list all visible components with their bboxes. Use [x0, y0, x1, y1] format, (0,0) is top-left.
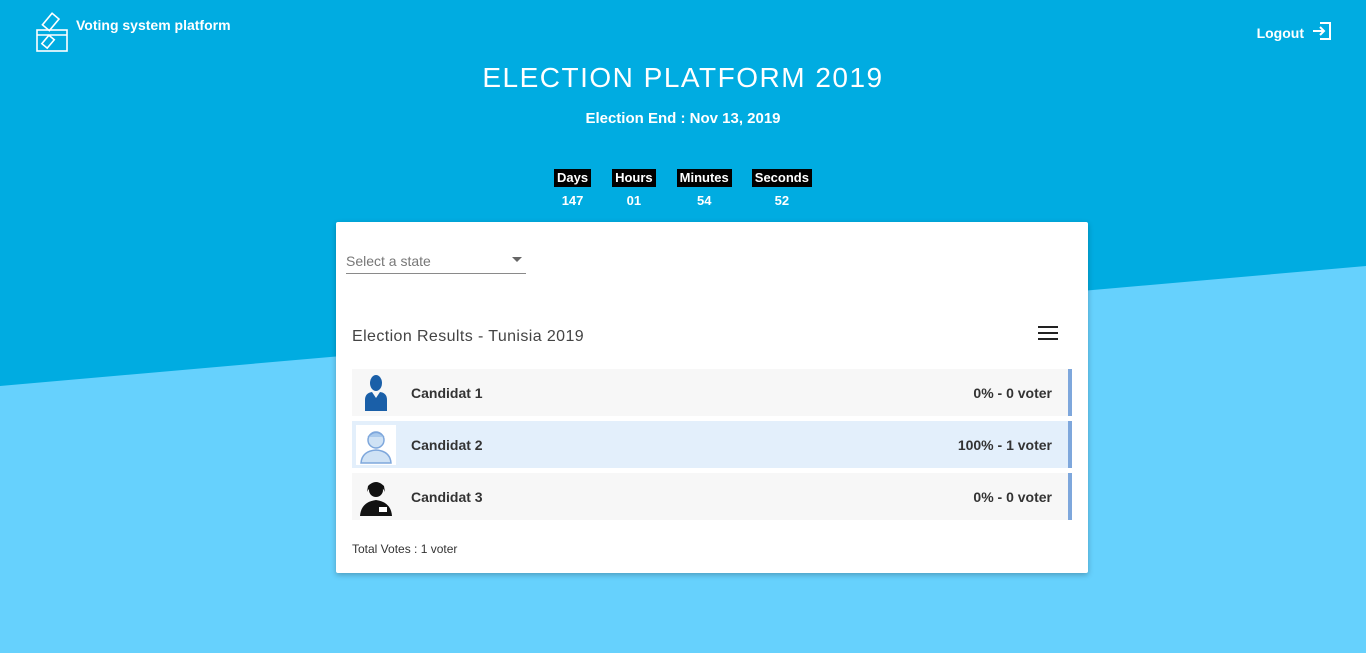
countdown-timer: Days 147 Hours 01 Minutes 54 Seconds 52 [0, 169, 1366, 208]
candidate-row[interactable]: Candidat 1 0% - 0 voter [352, 369, 1072, 416]
person-blue-icon [356, 373, 396, 413]
page-title: ELECTION PLATFORM 2019 [482, 62, 884, 93]
countdown-days-label: Days [554, 169, 592, 187]
countdown-seconds: Seconds 52 [751, 169, 812, 208]
ballot-box-icon [36, 12, 68, 52]
results-card: Select a state Election Results - Tunisi… [336, 222, 1088, 573]
candidate-row[interactable]: Candidat 3 0% - 0 voter [352, 473, 1072, 520]
person-outline-icon [356, 424, 396, 465]
countdown-minutes-value: 54 [696, 193, 712, 208]
state-select-placeholder: Select a state [346, 253, 431, 269]
countdown-hours: Hours 01 [612, 169, 656, 208]
candidate-name: Candidat 2 [411, 436, 483, 453]
person-black-icon [356, 477, 396, 517]
countdown-seconds-label: Seconds [751, 169, 812, 187]
countdown-minutes-label: Minutes [676, 169, 732, 187]
countdown-hours-value: 01 [626, 193, 642, 208]
candidate-name: Candidat 3 [411, 488, 483, 505]
countdown-seconds-value: 52 [774, 193, 790, 208]
candidate-result: 0% - 0 voter [973, 488, 1052, 505]
total-votes: Total Votes : 1 voter [352, 542, 458, 556]
logout-button[interactable]: Logout [1257, 21, 1332, 44]
hamburger-menu-icon[interactable] [1038, 326, 1058, 342]
brand-name: Voting system platform [76, 17, 231, 33]
dropdown-arrow-icon [512, 257, 522, 262]
brand[interactable]: Voting system platform [36, 12, 231, 52]
logout-label: Logout [1256, 24, 1304, 41]
countdown-minutes: Minutes 54 [676, 169, 732, 208]
results-title: Election Results - Tunisia 2019 [352, 328, 585, 345]
state-select[interactable]: Select a state [346, 250, 526, 274]
countdown-days: Days 147 [554, 169, 592, 208]
logout-icon [1312, 21, 1332, 44]
election-end-date: Election End : Nov 13, 2019 [585, 110, 781, 127]
candidate-row[interactable]: Candidat 2 100% - 1 voter [352, 421, 1072, 468]
countdown-hours-label: Hours [612, 169, 656, 187]
candidate-result: 100% - 1 voter [957, 436, 1052, 453]
candidate-name: Candidat 1 [411, 384, 483, 401]
candidate-result: 0% - 0 voter [973, 384, 1052, 401]
countdown-days-value: 147 [561, 193, 584, 208]
